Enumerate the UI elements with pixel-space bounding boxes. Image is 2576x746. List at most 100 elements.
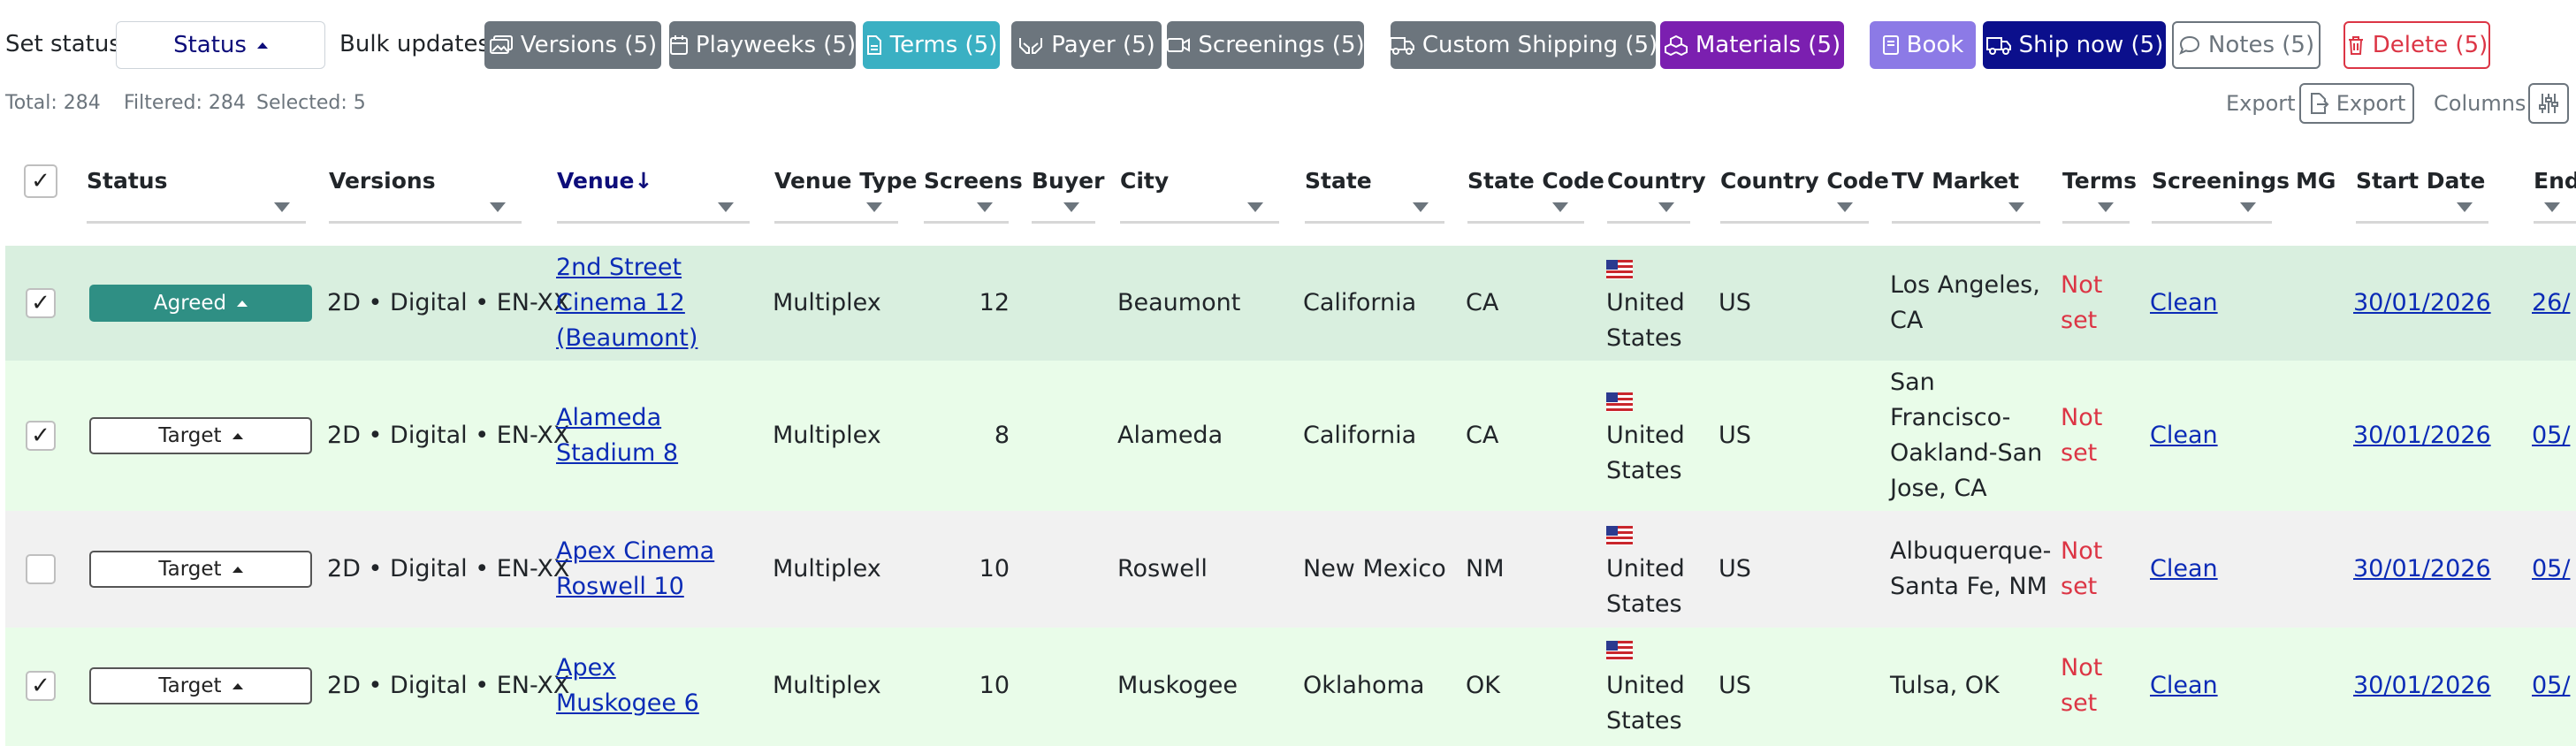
screens-cell: 10	[979, 672, 1010, 699]
venue-link[interactable]: Apex Cinema Roswell 10	[556, 534, 714, 605]
venue-line: Apex Cinema	[556, 537, 715, 565]
terms-button[interactable]: Terms (5)	[863, 21, 1000, 69]
row-checkbox[interactable]: ✓	[26, 421, 56, 451]
screenings-link[interactable]: Clean	[2150, 285, 2218, 321]
country-code-cell: US	[1719, 555, 1751, 582]
notes-button[interactable]: Notes (5)	[2172, 21, 2321, 69]
status-select[interactable]: Status	[116, 21, 325, 69]
screenings-link[interactable]: Clean	[2150, 668, 2218, 704]
terms-line: set	[2061, 439, 2098, 467]
table-row[interactable]: Target 2D • Digital • EN-XX Apex Cinema …	[5, 511, 2576, 628]
status-dropdown[interactable]: Target	[89, 667, 312, 704]
end-date-filter-dropdown[interactable]	[2534, 202, 2576, 224]
playweeks-button-label: Playweeks (5)	[695, 32, 857, 58]
header-terms[interactable]: Terms	[2062, 168, 2137, 194]
start-date-link[interactable]: 30/01/2026	[2353, 418, 2491, 453]
book-button[interactable]: Book	[1870, 21, 1976, 69]
table-row[interactable]: ✓ Target 2D • Digital • EN-XX Alameda St…	[5, 361, 2576, 511]
end-date-link[interactable]: 05/	[2532, 552, 2570, 587]
city-cell: Alameda	[1117, 422, 1223, 449]
screenings-button[interactable]: Screenings (5)	[1167, 21, 1365, 69]
select-all-checkbox[interactable]: ✓	[24, 164, 57, 198]
terms-cell: Not set	[2061, 651, 2102, 721]
screenings-filter-dropdown[interactable]	[2152, 202, 2272, 224]
row-checkbox[interactable]: ✓	[26, 288, 56, 318]
status-filter-dropdown[interactable]	[87, 202, 306, 224]
venue-line: Alameda	[556, 404, 662, 431]
terms-filter-dropdown[interactable]	[2062, 202, 2130, 224]
start-date-link[interactable]: 30/01/2026	[2353, 668, 2491, 704]
header-end-date[interactable]: End	[2534, 168, 2576, 194]
versions-button[interactable]: Versions (5)	[484, 21, 661, 69]
custom-shipping-button[interactable]: Custom Shipping (5)	[1389, 21, 1658, 69]
status-dropdown[interactable]: Target	[89, 417, 312, 454]
header-venue-type[interactable]: Venue Type	[774, 168, 917, 194]
row-checkbox[interactable]: ✓	[26, 671, 56, 701]
header-state[interactable]: State	[1305, 168, 1372, 194]
tv-market-cell: Albuquerque- Santa Fe, NM	[1890, 534, 2051, 605]
caret-up-icon	[232, 566, 243, 573]
screenings-link[interactable]: Clean	[2150, 418, 2218, 453]
venue-type-filter-dropdown[interactable]	[774, 202, 898, 224]
delete-button[interactable]: Delete (5)	[2344, 21, 2490, 69]
header-tv-market[interactable]: TV Market	[1892, 168, 2019, 194]
buyer-filter-dropdown[interactable]	[1032, 202, 1095, 224]
playweeks-button[interactable]: Playweeks (5)	[669, 21, 856, 69]
header-versions[interactable]: Versions	[329, 168, 436, 194]
export-button[interactable]: Export	[2299, 83, 2414, 124]
columns-button[interactable]	[2528, 83, 2569, 124]
end-date-link[interactable]: 05/	[2532, 418, 2570, 453]
table-row[interactable]: ✓ Agreed 2D • Digital • EN-XX 2nd Street…	[5, 246, 2576, 361]
materials-button[interactable]: Materials (5)	[1660, 21, 1844, 69]
state-code-filter-dropdown[interactable]	[1467, 202, 1584, 224]
header-venue[interactable]: Venue↓	[557, 168, 652, 194]
tv-market-filter-dropdown[interactable]	[1892, 202, 2040, 224]
trash-icon	[2348, 36, 2363, 55]
set-status-label: Set status	[5, 31, 121, 57]
state-code-cell: CA	[1466, 422, 1499, 449]
city-filter-dropdown[interactable]	[1120, 202, 1279, 224]
start-date-link[interactable]: 30/01/2026	[2353, 552, 2491, 587]
country-filter-dropdown[interactable]	[1607, 202, 1690, 224]
terms-line: set	[2061, 307, 2098, 334]
header-buyer[interactable]: Buyer	[1032, 168, 1104, 194]
terms-line: Not	[2061, 654, 2103, 681]
versions-cell: 2D • Digital • EN-XX	[327, 555, 570, 582]
end-date-link[interactable]: 26/	[2532, 285, 2570, 321]
start-date-filter-dropdown[interactable]	[2356, 202, 2488, 224]
header-city[interactable]: City	[1120, 168, 1169, 194]
row-checkbox[interactable]	[26, 554, 56, 584]
header-screenings[interactable]: Screenings	[2152, 168, 2290, 194]
venue-link[interactable]: Apex Muskogee 6	[556, 651, 699, 721]
venue-line: 2nd Street	[556, 254, 682, 281]
header-mg[interactable]: MG	[2296, 168, 2336, 194]
header-country-code[interactable]: Country Code	[1720, 168, 1889, 194]
boxes-icon	[1664, 34, 1688, 56]
header-country[interactable]: Country	[1607, 168, 1706, 194]
venue-filter-dropdown[interactable]	[557, 202, 750, 224]
columns-label: Columns	[2434, 91, 2526, 116]
venue-link[interactable]: Alameda Stadium 8	[556, 400, 678, 471]
header-state-code[interactable]: State Code	[1467, 168, 1604, 194]
status-dropdown[interactable]: Agreed	[89, 285, 312, 322]
header-screens[interactable]: Screens	[924, 168, 1023, 194]
end-date-link[interactable]: 05/	[2532, 668, 2570, 704]
terms-cell: Not set	[2061, 268, 2102, 339]
ship-now-button[interactable]: Ship now (5)	[1983, 21, 2166, 69]
versions-filter-dropdown[interactable]	[329, 202, 522, 224]
country-code-filter-dropdown[interactable]	[1720, 202, 1869, 224]
status-dropdown[interactable]: Target	[89, 551, 312, 588]
terms-button-label: Terms (5)	[889, 32, 998, 58]
table-row[interactable]: ✓ Target 2D • Digital • EN-XX Apex Musko…	[5, 628, 2576, 746]
header-start-date[interactable]: Start Date	[2356, 168, 2485, 194]
start-date-link[interactable]: 30/01/2026	[2353, 285, 2491, 321]
state-filter-dropdown[interactable]	[1305, 202, 1444, 224]
status-label: Target	[158, 424, 222, 447]
payer-button[interactable]: Payer (5)	[1011, 21, 1162, 69]
screenings-link[interactable]: Clean	[2150, 552, 2218, 587]
header-status[interactable]: Status	[87, 168, 167, 194]
screens-filter-dropdown[interactable]	[924, 202, 1009, 224]
hands-icon	[1019, 38, 1043, 54]
country-line: United	[1606, 555, 1685, 582]
venue-link[interactable]: 2nd Street Cinema 12 (Beaumont)	[556, 250, 697, 356]
